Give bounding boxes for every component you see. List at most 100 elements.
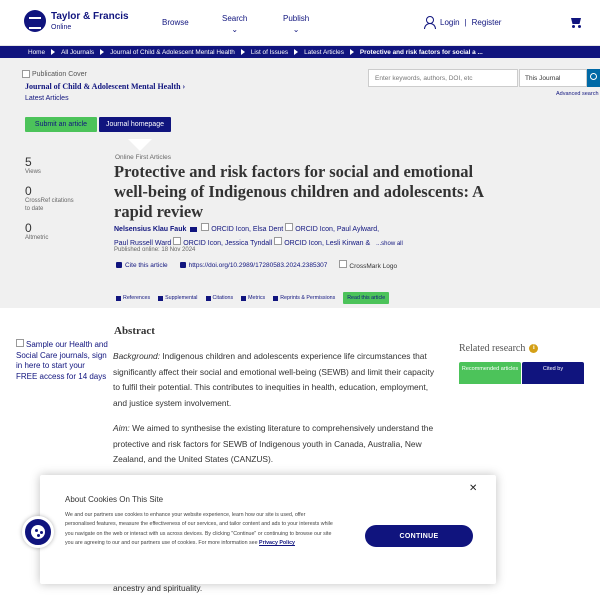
metric-value: 0 <box>25 220 32 235</box>
continue-button[interactable]: CONTINUE <box>365 525 473 547</box>
advanced-search-link[interactable]: Advanced search <box>556 91 599 97</box>
logo-sub: Online <box>51 23 72 31</box>
doi-link[interactable]: https://doi.org/10.2989/17280583.2024.23… <box>189 262 328 269</box>
quote-icon <box>116 262 122 268</box>
caret-right-icon <box>240 49 245 55</box>
author-name[interactable]: Nelsensius Klau Fauk <box>114 226 186 233</box>
register-link[interactable]: Register <box>472 18 502 27</box>
breadcrumb: Home All Journals Journal of Child & Ado… <box>0 46 600 58</box>
related-heading-text: Related research <box>459 343 526 354</box>
journal-homepage-button[interactable]: Journal homepage <box>99 117 171 132</box>
article-title: Protective and risk factors for social a… <box>114 162 484 221</box>
metric-value: 5 <box>25 155 32 169</box>
tab-recommended-articles[interactable]: Recommended articles <box>459 362 521 384</box>
breadcrumb-current: Protective and risk factors for social a… <box>359 48 483 56</box>
article-metrics: 5 Views 0 CrossRef citations to date 0 A… <box>25 155 80 251</box>
close-icon[interactable]: ✕ <box>469 483 477 494</box>
login-link[interactable]: Login <box>440 18 460 27</box>
tf-logo[interactable]: Taylor & Francis Online <box>24 10 129 32</box>
metric-label: Altmetric <box>25 234 49 241</box>
tab-cited-by[interactable]: Cited by <box>522 362 584 384</box>
author-list: Nelsensius Klau Fauk ORCID Icon, Elsa De… <box>114 223 444 250</box>
separator: | <box>464 17 467 27</box>
link-icon <box>179 262 186 268</box>
user-area: Login | Register <box>424 16 502 29</box>
tab-label: Metrics <box>248 295 266 301</box>
nav-search[interactable]: Search ⌄ <box>222 14 247 34</box>
author-name[interactable]: Lesli Kirwan & <box>326 240 370 247</box>
citation-row: Cite this article https://doi.org/10.298… <box>116 260 397 270</box>
breadcrumb-issues[interactable]: List of Issues <box>251 49 288 56</box>
info-icon[interactable]: i <box>529 344 539 353</box>
tab-label: References <box>123 295 151 301</box>
aim-text: We aimed to synthesise the existing lite… <box>113 423 434 465</box>
tab-read-article[interactable]: Read this article <box>343 292 390 304</box>
cover-alt-text: Publication Cover <box>32 70 87 78</box>
orcid-icon[interactable] <box>285 223 294 231</box>
logo-name: Taylor & Francis <box>51 10 129 22</box>
tab-metrics[interactable]: Metrics <box>241 295 265 301</box>
cite-article-link[interactable]: Cite this article <box>125 262 168 269</box>
nav-publish[interactable]: Publish ⌄ <box>283 14 309 34</box>
search-button[interactable] <box>587 69 600 87</box>
tab-citations[interactable]: Citations <box>205 295 234 301</box>
tab-supplemental[interactable]: Supplemental <box>158 295 198 301</box>
breadcrumb-latest[interactable]: Latest Articles <box>304 49 344 56</box>
breadcrumb-home[interactable]: Home <box>28 49 45 56</box>
print-icon <box>273 295 279 301</box>
tab-references[interactable]: References <box>116 295 150 301</box>
breadcrumb-journal[interactable]: Journal of Child & Adolescent Mental Hea… <box>110 49 235 56</box>
nav-search-label: Search <box>222 14 248 23</box>
nav-browse[interactable]: Browse <box>162 18 189 27</box>
user-icon <box>424 16 436 29</box>
article-type: Online First Articles <box>115 154 171 161</box>
ad-banner-link[interactable]: Sample our Health and Social Care journa… <box>16 339 108 382</box>
cart-wheel <box>572 25 575 28</box>
orcid-alt: ORCID Icon <box>211 226 249 233</box>
broken-image-icon <box>22 70 30 78</box>
tf-logo-icon <box>24 10 46 32</box>
chevron-down-icon: ⌄ <box>231 25 239 34</box>
tab-reprints[interactable]: Reprints & Permissions <box>273 295 335 301</box>
caret-right-icon <box>349 49 354 55</box>
envelope-icon[interactable] <box>190 226 198 232</box>
author-name[interactable]: Jessica Tyndall <box>225 240 272 247</box>
metric-altmetric[interactable]: 0 Altmetric <box>25 220 80 243</box>
caret-right-icon <box>294 49 299 55</box>
orcid-alt: ORCID Icon <box>284 239 322 247</box>
broken-image-icon <box>16 339 24 347</box>
cookie-icon[interactable] <box>22 516 54 548</box>
article-tabs: References Supplemental Citations Metric… <box>116 292 397 304</box>
chevron-down-icon: ⌄ <box>292 25 300 34</box>
metric-label: CrossRef citations to date <box>25 198 74 212</box>
journal-title-link[interactable]: Journal of Child & Adolescent Mental Hea… <box>25 82 185 91</box>
show-all-authors-link[interactable]: ...show all <box>376 241 403 247</box>
abstract-aim: Aim: We aimed to synthesise the existing… <box>113 421 443 468</box>
tab-label: Citations <box>212 295 234 301</box>
orcid-icon[interactable] <box>173 236 182 245</box>
supplemental-icon <box>158 295 164 301</box>
broken-image-icon <box>339 260 348 268</box>
metric-crossref[interactable]: 0 CrossRef citations to date <box>25 184 80 214</box>
crossmark-logo[interactable]: CrossMark Logo <box>339 260 397 270</box>
submit-article-button[interactable]: Submit an article <box>25 117 97 132</box>
logo-text: Taylor & Francis Online <box>51 10 129 31</box>
author-name[interactable]: Paul Aylward, <box>337 226 379 233</box>
search-scope-select[interactable]: This Journal <box>519 69 587 87</box>
orcid-icon[interactable] <box>274 236 283 245</box>
nav-publish-label: Publish <box>283 14 310 23</box>
cookie-title: About Cookies On This Site <box>65 495 164 504</box>
author-name[interactable]: Paul Russell Ward <box>114 240 171 247</box>
breadcrumb-all-journals[interactable]: All Journals <box>61 49 94 56</box>
background-lead: Background: <box>113 351 161 361</box>
citations-icon <box>205 295 211 301</box>
site-header: Taylor & Francis Online Browse Search ⌄ … <box>0 0 600 46</box>
ad-alt-text: Sample our Health and Social Care journa… <box>16 340 108 381</box>
publication-cover[interactable]: Publication Cover <box>22 70 87 78</box>
search-input[interactable]: Enter keywords, authors, DOI, etc <box>368 69 518 87</box>
privacy-policy-link[interactable]: Privacy Policy <box>259 540 295 546</box>
cart-icon[interactable] <box>570 17 582 28</box>
latest-articles-link[interactable]: Latest Articles <box>25 95 69 102</box>
orcid-icon[interactable] <box>201 223 210 231</box>
author-name[interactable]: Elsa Dent <box>253 226 283 233</box>
